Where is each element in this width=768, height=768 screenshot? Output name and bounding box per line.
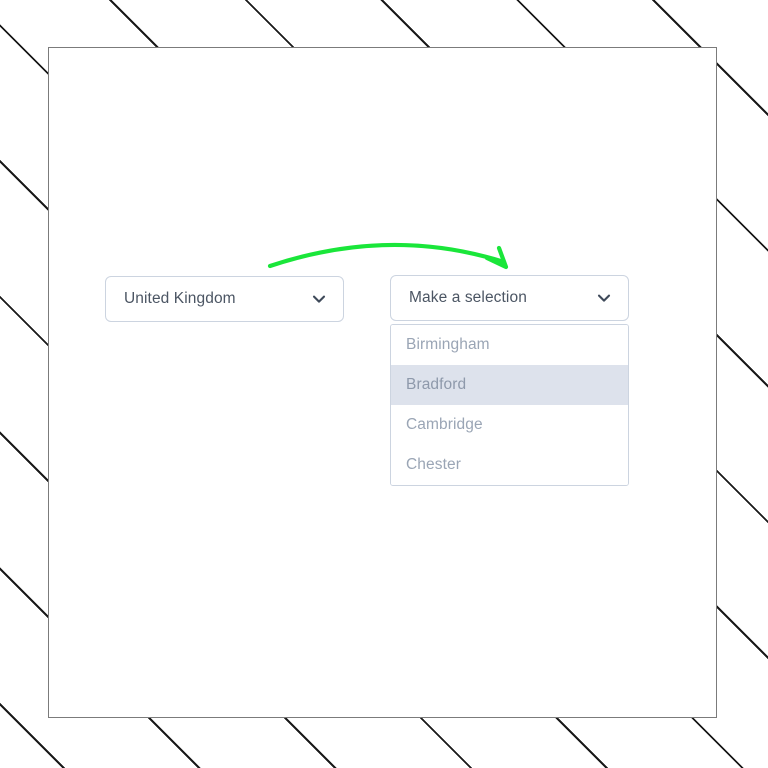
chevron-down-icon bbox=[597, 294, 611, 302]
country-select[interactable]: United Kingdom bbox=[105, 276, 344, 322]
country-select-value: United Kingdom bbox=[124, 290, 236, 307]
option-item-bradford[interactable]: Bradford bbox=[391, 365, 628, 405]
chevron-down-icon bbox=[312, 295, 326, 303]
city-option-list[interactable]: Birmingham Bradford Cambridge Chester bbox=[390, 324, 629, 486]
option-label: Chester bbox=[406, 456, 461, 473]
option-item-cambridge[interactable]: Cambridge bbox=[391, 405, 628, 445]
option-item-chester[interactable]: Chester bbox=[391, 445, 628, 485]
city-select-chevron[interactable] bbox=[596, 290, 612, 306]
option-label: Birmingham bbox=[406, 336, 490, 353]
city-select[interactable]: Make a selection bbox=[390, 275, 629, 321]
option-label: Bradford bbox=[406, 376, 467, 393]
option-label: Cambridge bbox=[406, 416, 483, 433]
option-item-birmingham[interactable]: Birmingham bbox=[391, 325, 628, 365]
city-select-value: Make a selection bbox=[409, 289, 527, 306]
country-select-chevron[interactable] bbox=[311, 291, 327, 307]
